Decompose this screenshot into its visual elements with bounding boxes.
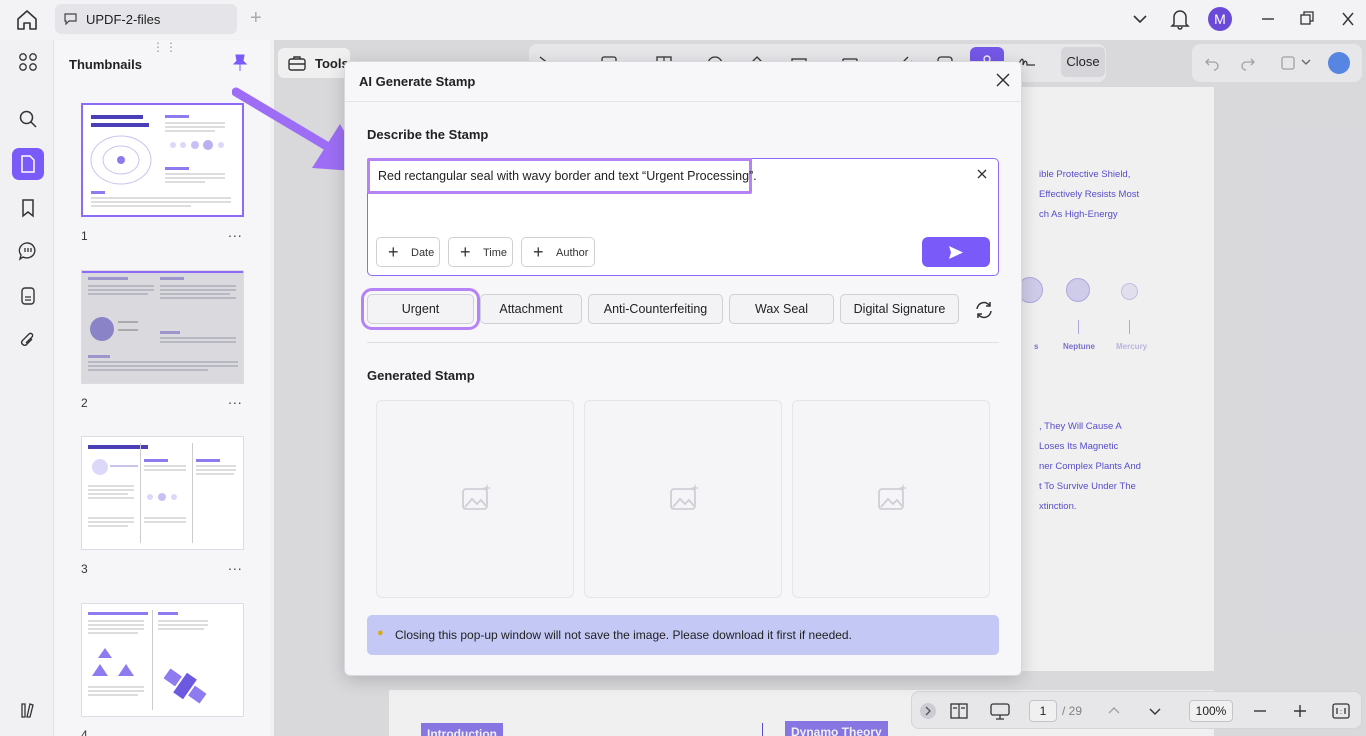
insert-date-button[interactable]: + Date — [376, 237, 440, 267]
new-tab-button[interactable]: + — [250, 8, 262, 28]
stamp-description-value[interactable]: Red rectangular seal with wavy border an… — [367, 158, 757, 194]
title-bar: UPDF-2-files + M — [0, 0, 1366, 39]
left-rail — [6, 40, 50, 736]
panel-grip[interactable]: ⋮⋮ — [152, 40, 178, 54]
tab-title: UPDF-2-files — [86, 12, 161, 27]
dialog-title: AI Generate Stamp — [359, 74, 476, 89]
search-icon — [19, 110, 37, 128]
thumbnail-number: 4 — [81, 728, 88, 736]
ai-generate-stamp-dialog: AI Generate Stamp Describe the Stamp Red… — [344, 61, 1022, 676]
restore-icon[interactable] — [1299, 6, 1315, 32]
generated-stamp-label: Generated Stamp — [367, 368, 475, 383]
thumbnail-page-2[interactable] — [81, 270, 244, 384]
rail-bookmarks[interactable] — [12, 192, 44, 224]
plus-icon: + — [533, 242, 544, 262]
preset-attachment[interactable]: Attachment — [480, 294, 582, 324]
document-tab[interactable]: UPDF-2-files — [55, 4, 237, 34]
comments-icon — [18, 242, 36, 261]
thumbnail-page-3[interactable] — [81, 436, 244, 550]
describe-label: Describe the Stamp — [367, 127, 489, 142]
thumbnail-page-1[interactable] — [81, 103, 244, 217]
thumbnail-number: 2 — [81, 396, 88, 410]
clear-icon[interactable] — [976, 168, 988, 180]
generated-stamp-slot[interactable] — [792, 400, 990, 598]
refresh-icon[interactable] — [974, 300, 994, 320]
rail-thumbnails[interactable] — [12, 148, 44, 180]
thumbnail-preview — [88, 610, 208, 710]
insert-time-button[interactable]: + Time — [448, 237, 513, 267]
chip-label: Date — [411, 247, 435, 259]
thumbnail-more-button[interactable]: ... — [228, 557, 243, 573]
close-icon[interactable] — [995, 72, 1011, 88]
rail-search[interactable] — [12, 103, 44, 135]
image-placeholder-icon — [878, 484, 907, 510]
preset-wax-seal[interactable]: Wax Seal — [729, 294, 834, 324]
notice-text: Closing this pop-up window will not save… — [395, 628, 852, 642]
image-placeholder-icon — [670, 484, 699, 510]
plus-icon: + — [388, 242, 399, 262]
generated-stamp-slot[interactable] — [584, 400, 782, 598]
divider — [345, 101, 1021, 102]
divider — [367, 342, 999, 343]
insert-author-button[interactable]: + Author — [521, 237, 595, 267]
avatar[interactable]: M — [1208, 7, 1232, 31]
rail-attachments[interactable] — [12, 324, 44, 356]
pin-icon[interactable] — [233, 54, 247, 72]
preset-anti-counterfeiting[interactable]: Anti-Counterfeiting — [588, 294, 723, 324]
preset-urgent[interactable]: Urgent — [361, 288, 480, 330]
page-icon — [21, 155, 35, 173]
close-window-icon[interactable] — [1340, 6, 1356, 32]
rail-attachments-panel[interactable] — [12, 280, 44, 312]
chip-label: Time — [483, 247, 508, 259]
rail-bottom[interactable] — [12, 694, 44, 726]
save-warning-notice: ● Closing this pop-up window will not sa… — [367, 615, 999, 655]
plus-icon: + — [460, 242, 471, 262]
thumbnail-preview — [90, 115, 231, 207]
chevron-down-icon[interactable] — [1132, 6, 1148, 32]
rail-apps[interactable] — [12, 46, 44, 78]
generated-stamp-slot[interactable] — [376, 400, 574, 598]
comment-icon — [64, 13, 77, 25]
bell-icon[interactable] — [1170, 6, 1190, 32]
minimize-icon[interactable] — [1260, 6, 1276, 32]
stamp-description-input[interactable]: Red rectangular seal with wavy border an… — [367, 158, 999, 276]
thumbnail-more-button[interactable]: ... — [228, 224, 243, 240]
thumbnail-more-button[interactable]: ... — [228, 391, 243, 407]
layers-icon — [21, 287, 35, 305]
bookmark-icon — [22, 199, 34, 218]
home-icon[interactable] — [14, 8, 40, 32]
grid-icon — [19, 53, 37, 71]
generate-send-button[interactable] — [922, 237, 990, 267]
thumbnail-number: 3 — [81, 562, 88, 576]
preset-digital-signature[interactable]: Digital Signature — [840, 294, 959, 324]
paperclip-icon — [21, 332, 34, 346]
image-placeholder-icon — [462, 484, 491, 510]
thumbnail-preview — [88, 443, 236, 543]
chip-label: Author — [556, 247, 589, 259]
thumbnail-preview — [82, 271, 243, 371]
thumbnail-number: 1 — [81, 229, 88, 243]
panel-title: Thumbnails — [69, 57, 142, 72]
pdf-tools-icon — [21, 703, 34, 718]
lightbulb-icon: ● — [377, 627, 384, 639]
thumbnail-page-4[interactable] — [81, 603, 244, 717]
rail-comments[interactable] — [12, 235, 44, 267]
send-icon — [949, 246, 963, 259]
